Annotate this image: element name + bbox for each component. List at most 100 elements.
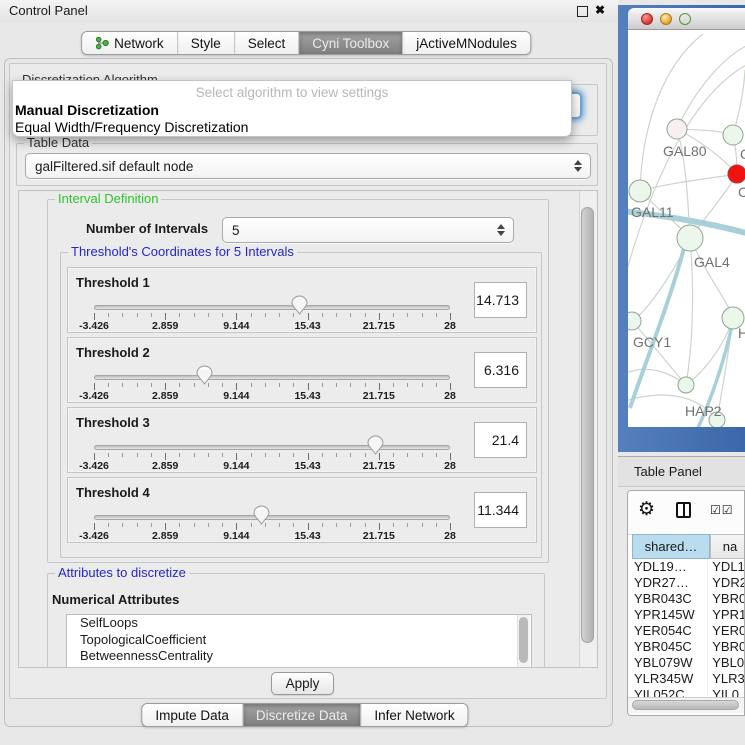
attributes-scrollbar-thumb[interactable] bbox=[519, 617, 528, 663]
threshold-slider-track[interactable] bbox=[94, 305, 450, 310]
column-header-2[interactable]: na bbox=[710, 534, 745, 559]
column-header-1[interactable]: shared… bbox=[632, 534, 710, 559]
tick-mark bbox=[122, 313, 123, 317]
tab-style[interactable]: Style bbox=[177, 32, 234, 54]
threshold-slider-track[interactable] bbox=[94, 445, 450, 450]
popup-item[interactable]: Manual Discretization bbox=[15, 102, 159, 118]
attributes-scrollbar[interactable] bbox=[517, 615, 530, 668]
table-data-combobox[interactable]: galFiltered.sif default node bbox=[25, 153, 591, 179]
table-row[interactable]: YLR345WYLR3 bbox=[632, 671, 745, 687]
table-row[interactable]: YBL079WYBL0 bbox=[632, 655, 745, 671]
bottom-tab-infer-network[interactable]: Infer Network bbox=[360, 704, 467, 726]
network-edge[interactable] bbox=[640, 34, 703, 191]
tick-label: 28 bbox=[444, 460, 456, 472]
attributes-group-title: Attributes to discretize bbox=[55, 566, 189, 580]
network-window-titlebar[interactable] bbox=[628, 8, 745, 30]
tab-network[interactable]: Network bbox=[82, 32, 177, 54]
apply-button[interactable]: Apply bbox=[271, 672, 334, 695]
bottom-tab-impute-data[interactable]: Impute Data bbox=[142, 704, 242, 726]
threshold-value-field[interactable]: 11.344 bbox=[474, 492, 527, 528]
threshold-slider-thumb[interactable] bbox=[253, 505, 270, 525]
tick-label: 21.715 bbox=[363, 390, 395, 402]
tick-mark bbox=[137, 313, 138, 317]
network-node[interactable] bbox=[667, 119, 687, 139]
network-node[interactable] bbox=[629, 180, 651, 202]
threshold-value-field[interactable]: 21.4 bbox=[474, 422, 527, 458]
tick-label: 15.43 bbox=[294, 530, 320, 542]
attribute-list-item[interactable]: BetweennessCentrality bbox=[67, 648, 531, 665]
threshold-value-field[interactable]: 6.316 bbox=[474, 352, 527, 388]
number-of-intervals-combobox[interactable]: 5 bbox=[222, 217, 514, 243]
tick-mark bbox=[436, 523, 437, 527]
threshold-slider-thumb[interactable] bbox=[196, 365, 213, 385]
tab-cyni-toolbox[interactable]: Cyni Toolbox bbox=[298, 32, 402, 54]
settings-vertical-scrollbar-thumb[interactable] bbox=[581, 207, 594, 643]
tick-mark bbox=[122, 453, 123, 457]
tick-mark bbox=[308, 383, 309, 390]
popup-item[interactable]: Equal Width/Frequency Discretization bbox=[15, 119, 248, 135]
threshold-slider-thumb[interactable] bbox=[291, 295, 308, 315]
gear-icon[interactable]: ⚙ bbox=[638, 498, 655, 521]
network-edge[interactable] bbox=[690, 238, 733, 318]
network-view-canvas[interactable]: GAL80GACGAL11GAL4GCY1HHAP2 bbox=[628, 30, 745, 427]
tick-mark bbox=[450, 453, 451, 460]
tick-mark bbox=[165, 383, 166, 390]
tick-mark bbox=[379, 313, 380, 320]
table-row[interactable]: YDL19…YDL1 bbox=[632, 559, 745, 575]
table-cell: YDL19… bbox=[632, 559, 707, 575]
network-node[interactable] bbox=[728, 165, 745, 183]
network-graph[interactable]: GAL80GACGAL11GAL4GCY1HHAP2 bbox=[628, 30, 745, 427]
bottom-tab-discretize-data[interactable]: Discretize Data bbox=[242, 704, 361, 726]
table-horizontal-scrollbar-thumb[interactable] bbox=[632, 700, 739, 710]
attribute-list-item[interactable]: TopologicalCoefficient bbox=[67, 632, 531, 649]
tick-mark bbox=[350, 453, 351, 457]
network-edge[interactable] bbox=[677, 46, 745, 129]
tab-jactivemnodules[interactable]: jActiveMNodules bbox=[402, 32, 530, 54]
tick-label: -3.426 bbox=[79, 390, 109, 402]
columns-icon[interactable] bbox=[676, 502, 691, 518]
table-cell: YPR1 bbox=[707, 607, 745, 623]
threshold-slider-track[interactable] bbox=[94, 375, 450, 380]
tick-label: 21.715 bbox=[363, 320, 395, 332]
close-icon[interactable]: ✖ bbox=[595, 3, 605, 17]
tick-label: 2.859 bbox=[152, 390, 178, 402]
network-node[interactable] bbox=[678, 377, 694, 393]
tick-mark bbox=[151, 313, 152, 317]
bottom-tab-label: Discretize Data bbox=[256, 708, 348, 723]
table-row[interactable]: YPR145WYPR1 bbox=[632, 607, 745, 623]
tick-mark bbox=[165, 313, 166, 320]
attribute-list-item[interactable]: SelfLoops bbox=[67, 615, 531, 632]
threshold-slider-track[interactable] bbox=[94, 515, 450, 520]
select-checkboxes-icon[interactable]: ☑☑ bbox=[710, 503, 734, 517]
zoom-traffic-light-icon[interactable] bbox=[679, 13, 691, 25]
table-row[interactable]: YBR043CYBR0 bbox=[632, 591, 745, 607]
network-edge[interactable] bbox=[686, 238, 693, 385]
network-node[interactable] bbox=[628, 312, 641, 330]
tick-mark bbox=[179, 383, 180, 387]
bottom-tab-bar: Impute Data Discretize Data Infer Network bbox=[141, 703, 468, 727]
network-node[interactable] bbox=[677, 225, 703, 251]
float-panel-icon[interactable] bbox=[577, 6, 588, 17]
table-row[interactable]: YBR045CYBR0 bbox=[632, 639, 745, 655]
table-horizontal-scrollbar[interactable] bbox=[628, 697, 745, 713]
tick-mark bbox=[365, 383, 366, 387]
minimize-traffic-light-icon[interactable] bbox=[660, 13, 672, 25]
network-node-label: GCY1 bbox=[633, 334, 671, 350]
network-node[interactable] bbox=[723, 125, 743, 145]
network-node-label: GA bbox=[740, 146, 745, 162]
tick-mark bbox=[308, 313, 309, 320]
table-row[interactable]: YER054CYER0 bbox=[632, 623, 745, 639]
tick-mark bbox=[194, 453, 195, 457]
tick-mark bbox=[350, 523, 351, 527]
tick-mark bbox=[251, 383, 252, 387]
tick-mark bbox=[222, 523, 223, 527]
tick-label: 15.43 bbox=[294, 390, 320, 402]
network-edge[interactable] bbox=[628, 369, 686, 385]
tick-mark bbox=[379, 383, 380, 390]
close-traffic-light-icon[interactable] bbox=[641, 13, 653, 25]
threshold-slider-thumb[interactable] bbox=[367, 435, 384, 455]
table-row[interactable]: YDR27…YDR2 bbox=[632, 575, 745, 591]
threshold-value-field[interactable]: 14.713 bbox=[474, 282, 527, 318]
numerical-attributes-list[interactable]: SelfLoopsTopologicalCoefficientBetweenne… bbox=[66, 614, 532, 668]
tab-select[interactable]: Select bbox=[234, 32, 299, 54]
